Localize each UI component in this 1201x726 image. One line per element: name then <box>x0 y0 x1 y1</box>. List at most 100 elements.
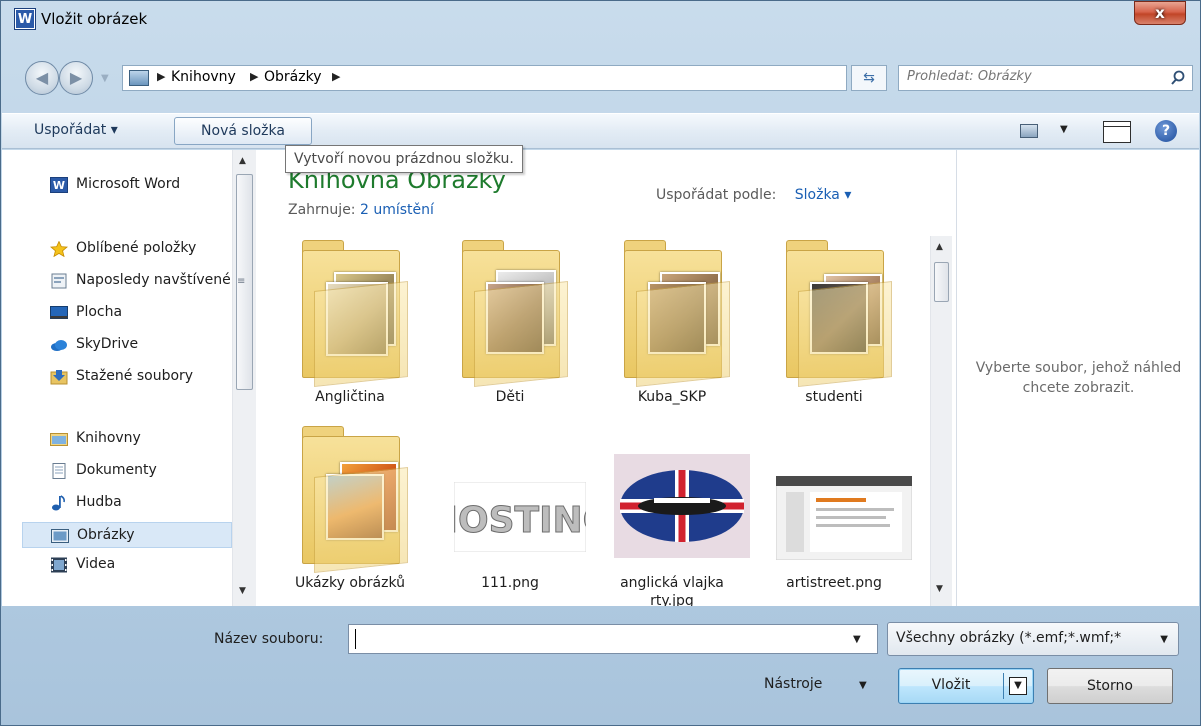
nav-item-music[interactable]: Hudba <box>22 490 232 516</box>
nav-item-label: Videa <box>76 556 116 572</box>
file-item[interactable]: Ukázky obrázků <box>280 422 420 606</box>
cancel-button[interactable]: Storno <box>1047 668 1173 704</box>
scrollbar-grip-icon: ≡ <box>237 276 246 287</box>
new-folder-button[interactable]: Nová složka <box>174 117 312 145</box>
pictures-library-icon <box>129 70 149 86</box>
breadcrumb-chevron-icon[interactable]: ▶ <box>250 70 258 83</box>
nav-item-label: Microsoft Word <box>76 176 181 192</box>
preview-placeholder: Vyberte soubor, jehož náhled chcete zobr… <box>975 360 1182 396</box>
file-item[interactable]: Angličtina <box>280 236 420 422</box>
file-item[interactable]: anglická vlajka rty.jpg <box>602 422 750 606</box>
file-type-select[interactable]: Všechny obrázky (*.emf;*.wmf;* ▼ <box>887 622 1179 656</box>
scrollbar-thumb[interactable] <box>934 262 949 302</box>
includes-label: Zahrnuje: <box>288 202 356 218</box>
scroll-down-icon[interactable]: ▼ <box>936 584 943 594</box>
refresh-button[interactable]: ⇆ <box>851 65 887 91</box>
nav-item-favorites[interactable]: Oblíbené položky <box>22 236 232 262</box>
navigation-scrollbar[interactable]: ▲ ≡ ▼ <box>232 150 256 606</box>
file-name: Děti <box>495 389 525 405</box>
nav-item-label: Obrázky <box>77 527 135 543</box>
insert-button-label: Vložit <box>931 677 971 693</box>
library-includes: Zahrnuje: 2 umístění <box>288 202 434 218</box>
change-view-icon[interactable] <box>1020 124 1038 138</box>
hosting-image-icon: HOSTING <box>454 482 586 552</box>
file-type-value: Všechny obrázky (*.emf;*.wmf;* <box>896 630 1122 646</box>
title-bar: W Vložit obrázek x <box>1 1 1200 41</box>
new-folder-tooltip: Vytvoří novou prázdnou složku. <box>285 145 523 173</box>
forward-arrow-icon: ▶ <box>69 68 83 87</box>
close-button[interactable]: x <box>1134 1 1186 25</box>
back-button[interactable]: ◀ <box>25 61 59 95</box>
skydrive-icon <box>51 340 67 351</box>
recent-locations-dropdown-icon[interactable]: ▼ <box>101 73 109 84</box>
navigation-pane: W Microsoft Word Oblíbené položky Naposl… <box>2 150 256 606</box>
nav-item-label: Stažené soubory <box>76 368 194 384</box>
file-item[interactable]: HOSTING 111.png <box>440 422 586 606</box>
file-name: studenti <box>805 389 863 405</box>
includes-locations-link[interactable]: 2 umístění <box>360 202 434 218</box>
folder-icon <box>774 236 894 387</box>
view-options-dropdown-icon[interactable]: ▼ <box>1060 124 1068 135</box>
nav-item-recent-places[interactable]: Naposledy navštívené <box>22 268 232 294</box>
arrange-by: Uspořádat podle: Složka ▾ <box>656 187 851 203</box>
scroll-down-icon[interactable]: ▼ <box>239 586 246 596</box>
nav-item-desktop[interactable]: Plocha <box>22 300 232 326</box>
folder-icon <box>290 236 410 387</box>
file-name: anglická vlajka rty.jpg <box>620 575 724 606</box>
nav-item-libraries[interactable]: Knihovny <box>22 426 232 452</box>
navigation-row: ◀ ▶ ▼ ▶ Knihovny ▶ Obrázky ▶ ▼ ⇆ <box>1 59 1200 99</box>
file-item[interactable]: artistreet.png <box>764 422 912 606</box>
nav-item-label: Naposledy navštívené <box>76 272 231 288</box>
nav-item-skydrive[interactable]: SkyDrive <box>22 332 232 358</box>
arrange-by-dropdown[interactable]: Složka ▾ <box>795 187 852 203</box>
nav-item-downloads[interactable]: Stažené soubory <box>22 364 232 390</box>
file-name: Ukázky obrázků <box>294 575 406 591</box>
search-input[interactable] <box>907 69 1157 84</box>
tools-menu[interactable]: Nástroje <box>764 676 822 692</box>
folder-icon <box>290 422 410 573</box>
libraries-icon <box>50 433 68 446</box>
refresh-icon: ⇆ <box>863 70 875 86</box>
file-item[interactable]: studenti <box>764 236 904 422</box>
nav-item-label: Hudba <box>76 494 122 510</box>
breadcrumb-chevron-icon[interactable]: ▶ <box>332 70 340 83</box>
nav-item-label: Oblíbené položky <box>76 240 197 256</box>
image-thumbnail: HOSTING <box>450 422 586 568</box>
search-box[interactable] <box>898 65 1193 91</box>
preview-pane-icon[interactable] <box>1103 121 1131 143</box>
word-app-icon: W <box>15 9 35 29</box>
filename-label: Název souboru: <box>214 631 324 647</box>
filename-input[interactable] <box>355 629 835 649</box>
nav-item-videos[interactable]: Videa <box>22 552 232 578</box>
breadcrumb-libraries[interactable]: Knihovny <box>171 69 236 85</box>
file-list-scrollbar[interactable]: ▲ ▼ <box>930 236 952 606</box>
search-icon[interactable] <box>1170 70 1186 86</box>
file-name: Angličtina <box>315 389 385 405</box>
organize-button[interactable]: Uspořádat ▾ <box>22 117 130 145</box>
nav-item-pictures[interactable]: Obrázky <box>22 522 232 548</box>
nav-item-microsoft-word[interactable]: W Microsoft Word <box>22 172 232 198</box>
documents-icon <box>52 463 66 479</box>
nav-item-label: Knihovny <box>76 430 141 446</box>
recent-places-icon <box>51 273 67 289</box>
nav-item-documents[interactable]: Dokumenty <box>22 458 232 484</box>
thumb-text: HOSTING <box>454 500 586 541</box>
tools-dropdown-icon[interactable]: ▼ <box>859 680 867 691</box>
breadcrumb-chevron-icon[interactable]: ▶ <box>157 70 165 83</box>
website-screenshot-icon <box>776 476 912 560</box>
filename-field[interactable]: ▼ <box>348 624 878 654</box>
forward-button[interactable]: ▶ <box>59 61 93 95</box>
file-item[interactable]: Kuba_SKP <box>602 236 742 422</box>
preview-pane: Vyberte soubor, jehož náhled chcete zobr… <box>956 150 1199 606</box>
address-bar[interactable]: ▶ Knihovny ▶ Obrázky ▶ ▼ <box>122 65 957 91</box>
insert-options-dropdown-icon[interactable]: ▼ <box>1009 677 1027 695</box>
back-arrow-icon: ◀ <box>35 68 49 87</box>
scroll-up-icon[interactable]: ▲ <box>936 242 943 252</box>
insert-button[interactable]: Vložit ▼ <box>898 668 1034 704</box>
breadcrumb-pictures[interactable]: Obrázky <box>264 69 321 85</box>
folder-icon <box>612 236 732 387</box>
scroll-up-icon[interactable]: ▲ <box>239 156 246 166</box>
filename-dropdown-icon[interactable]: ▼ <box>853 634 861 645</box>
file-item[interactable]: Děti <box>440 236 580 422</box>
help-icon[interactable]: ? <box>1155 120 1177 142</box>
